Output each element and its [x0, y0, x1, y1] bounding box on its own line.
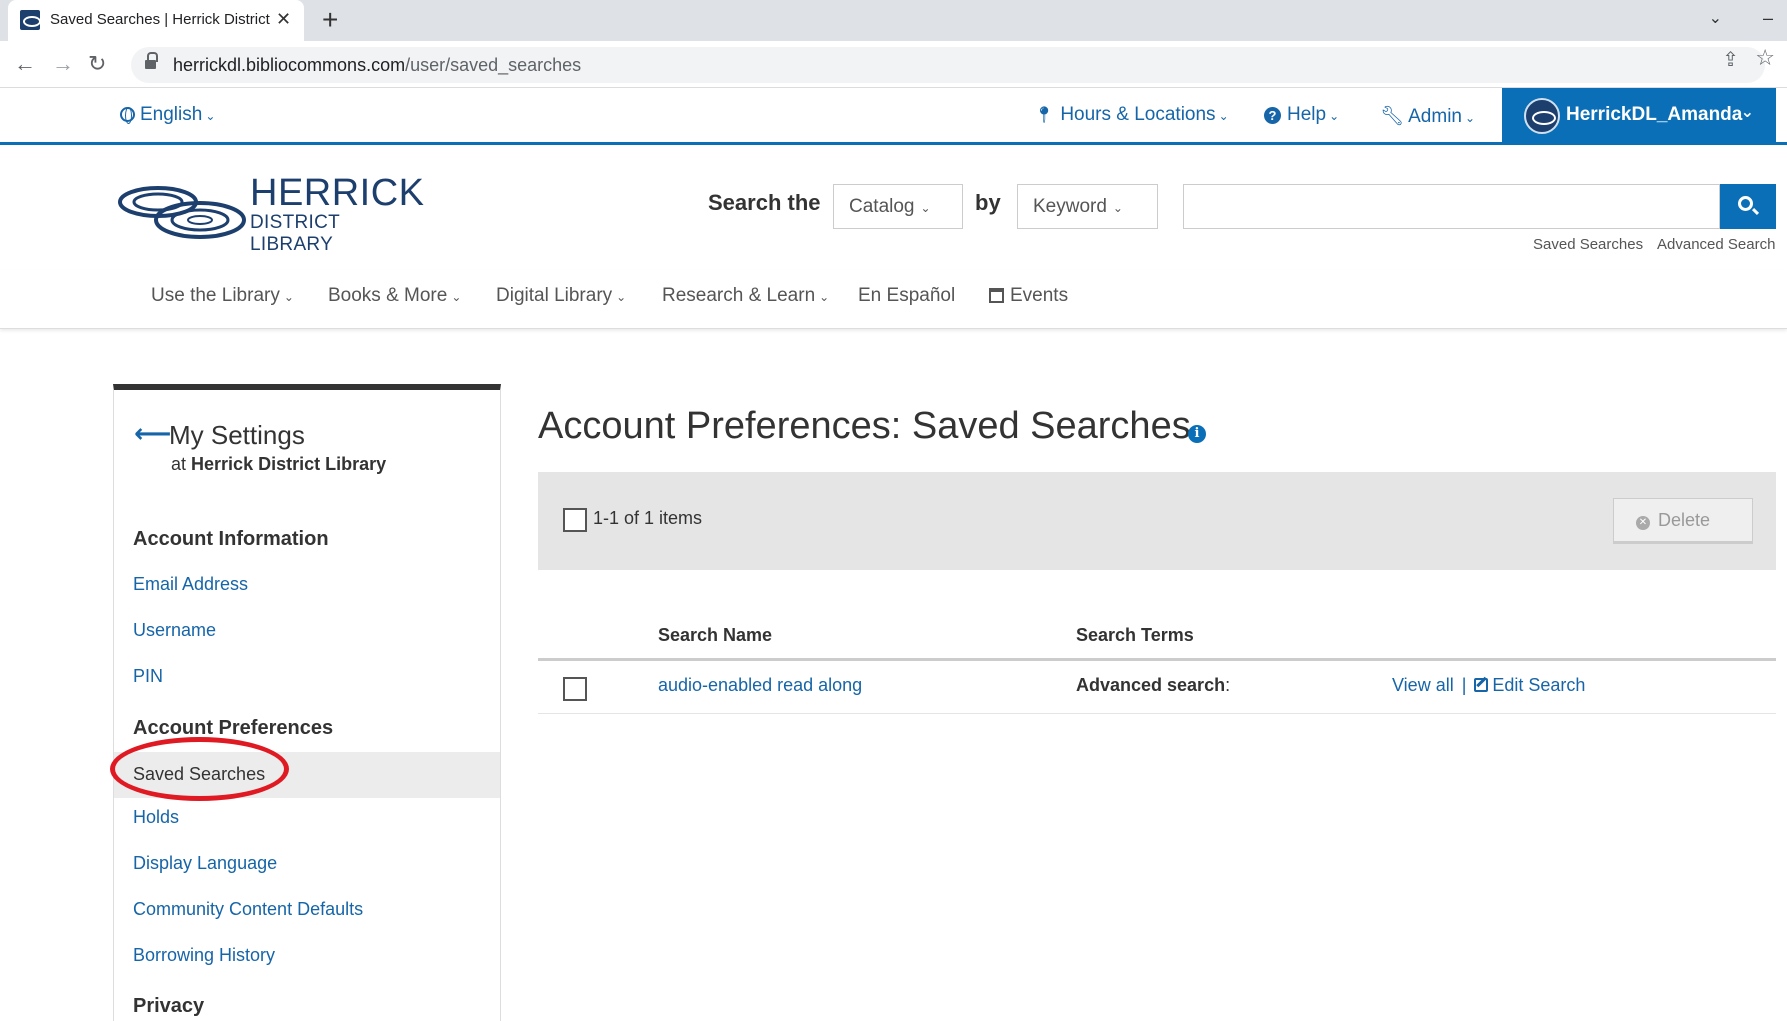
- address-bar: ← → ↻ herrickdl.bibliocommons.com/user/s…: [0, 41, 1787, 88]
- edit-icon: [1474, 678, 1489, 692]
- main-nav: Use the Library ⌄ Books & More ⌄ Digital L…: [0, 270, 1787, 329]
- reload-icon[interactable]: ↻: [88, 51, 106, 77]
- sidebar-item-display-language[interactable]: Display Language: [133, 853, 277, 874]
- bookmark-star-icon[interactable]: ☆: [1755, 45, 1775, 71]
- sidebar-item-borrowing-history[interactable]: Borrowing History: [133, 945, 275, 966]
- utility-bar: English ⌄ 📍︎ Hours & Locations ⌄ ? Help ⌄ 🔧︎ A…: [0, 88, 1787, 145]
- account-information-heading: Account Information: [133, 528, 329, 550]
- globe-icon: [120, 107, 135, 124]
- logo-swirl-icon: [118, 186, 246, 239]
- url-input[interactable]: herrickdl.bibliocommons.com/user/saved_s…: [131, 47, 1765, 83]
- edit-search-link[interactable]: Edit Search: [1492, 675, 1585, 695]
- search-by-label: by: [975, 190, 1001, 215]
- new-tab-icon[interactable]: +: [322, 4, 338, 36]
- close-icon[interactable]: ✕: [276, 9, 291, 30]
- highlight-circle-annotation: [110, 737, 289, 801]
- account-preferences-heading: Account Preferences: [133, 717, 334, 739]
- browser-tab[interactable]: Saved Searches | Herrick District Librar…: [8, 0, 304, 41]
- logo-sub-text: DISTRICT LIBRARY: [250, 212, 340, 255]
- info-icon[interactable]: i: [1188, 425, 1206, 443]
- nav-books-more[interactable]: Books & More ⌄: [328, 285, 461, 307]
- nav-en-espanol[interactable]: En Español: [858, 285, 955, 307]
- view-all-link[interactable]: View all: [1392, 675, 1454, 695]
- lock-icon: [145, 52, 158, 70]
- nav-events[interactable]: Events: [989, 285, 1068, 307]
- hours-locations-menu[interactable]: 📍︎ Hours & Locations ⌄: [1034, 104, 1229, 126]
- search-type-select[interactable]: Keyword ⌄: [1017, 184, 1158, 229]
- search-label: Search the: [708, 190, 821, 215]
- results-toolbar: 1-1 of 1 items ✕ Delete: [538, 472, 1776, 570]
- settings-title: My Settings: [169, 420, 305, 450]
- question-circle-icon: ?: [1264, 107, 1281, 124]
- search-terms-cell: Advanced search:: [1076, 675, 1231, 695]
- separator: |: [1461, 675, 1467, 695]
- back-arrow-icon[interactable]: ←: [14, 51, 36, 77]
- delete-button[interactable]: ✕ Delete: [1613, 498, 1753, 544]
- library-logo[interactable]: HERRICK DISTRICT LIBRARY: [118, 172, 424, 255]
- search-scope-select[interactable]: Catalog ⌄: [833, 184, 963, 229]
- nav-digital-library[interactable]: Digital Library ⌄: [496, 285, 626, 307]
- row-checkbox[interactable]: [563, 677, 587, 701]
- username-label: HerrickDL_Amanda: [1566, 104, 1743, 125]
- avatar: [1524, 98, 1560, 134]
- map-pin-icon: 📍︎: [1034, 107, 1055, 124]
- tab-title: Saved Searches | Herrick District Librar…: [50, 11, 270, 28]
- sidebar-item-holds[interactable]: Holds: [133, 807, 179, 828]
- minimize-icon[interactable]: –: [1763, 8, 1773, 29]
- share-icon[interactable]: ⇪: [1722, 47, 1739, 72]
- back-arrow-icon[interactable]: ⟵: [134, 418, 171, 449]
- table-row: audio-enabled read along Advanced search…: [538, 661, 1776, 714]
- nav-research-learn[interactable]: Research & Learn ⌄: [662, 285, 829, 307]
- sidebar-item-community-content-defaults[interactable]: Community Content Defaults: [133, 899, 363, 920]
- page-title: Account Preferences: Saved Searches: [538, 405, 1191, 447]
- wrench-icon: 🔧︎: [1380, 106, 1405, 127]
- column-header-search-terms: Search Terms: [1076, 625, 1194, 645]
- advanced-search-link[interactable]: Advanced Search: [1657, 236, 1775, 253]
- search-icon: [1738, 196, 1753, 211]
- saved-searches-link[interactable]: Saved Searches: [1533, 236, 1643, 253]
- search-button[interactable]: [1720, 184, 1776, 229]
- privacy-heading: Privacy: [133, 995, 205, 1017]
- column-header-search-name: Search Name: [658, 625, 773, 645]
- select-all-checkbox[interactable]: [563, 508, 587, 532]
- sidebar-item-pin[interactable]: PIN: [133, 666, 163, 687]
- library-favicon-icon: [20, 10, 41, 30]
- url-text: herrickdl.bibliocommons.com/user/saved_s…: [173, 55, 582, 75]
- close-circle-icon: ✕: [1636, 516, 1650, 530]
- tab-search-chevron-icon[interactable]: ⌄: [1709, 8, 1722, 28]
- browser-tabbar: Saved Searches | Herrick District Librar…: [0, 0, 1787, 41]
- settings-subtitle: at Herrick District Library: [171, 454, 387, 474]
- logo-main-text: HERRICK: [250, 172, 425, 214]
- search-name-link[interactable]: audio-enabled read along: [658, 675, 862, 696]
- search-input[interactable]: [1183, 184, 1720, 229]
- language-menu[interactable]: English ⌄: [120, 104, 215, 126]
- chevron-down-icon: ⌄: [1112, 201, 1123, 215]
- user-account-menu[interactable]: HerrickDL_Amanda ⌄: [1502, 88, 1776, 142]
- nav-use-the-library[interactable]: Use the Library ⌄: [151, 285, 294, 307]
- help-menu[interactable]: ? Help ⌄: [1264, 104, 1339, 126]
- calendar-icon: [989, 288, 1004, 303]
- items-count: 1-1 of 1 items: [593, 508, 703, 528]
- row-actions: View all | Edit Search: [1392, 675, 1585, 696]
- sidebar-item-username[interactable]: Username: [133, 620, 216, 641]
- chevron-down-icon: ⌄: [920, 201, 931, 215]
- sidebar-item-email-address[interactable]: Email Address: [133, 574, 248, 595]
- chevron-down-icon: ⌄: [1740, 104, 1754, 121]
- forward-arrow-icon[interactable]: →: [52, 51, 74, 77]
- settings-sidebar: ⟵ My Settings at Herrick District Librar…: [113, 384, 501, 1021]
- admin-menu[interactable]: 🔧︎ Admin ⌄: [1380, 104, 1475, 128]
